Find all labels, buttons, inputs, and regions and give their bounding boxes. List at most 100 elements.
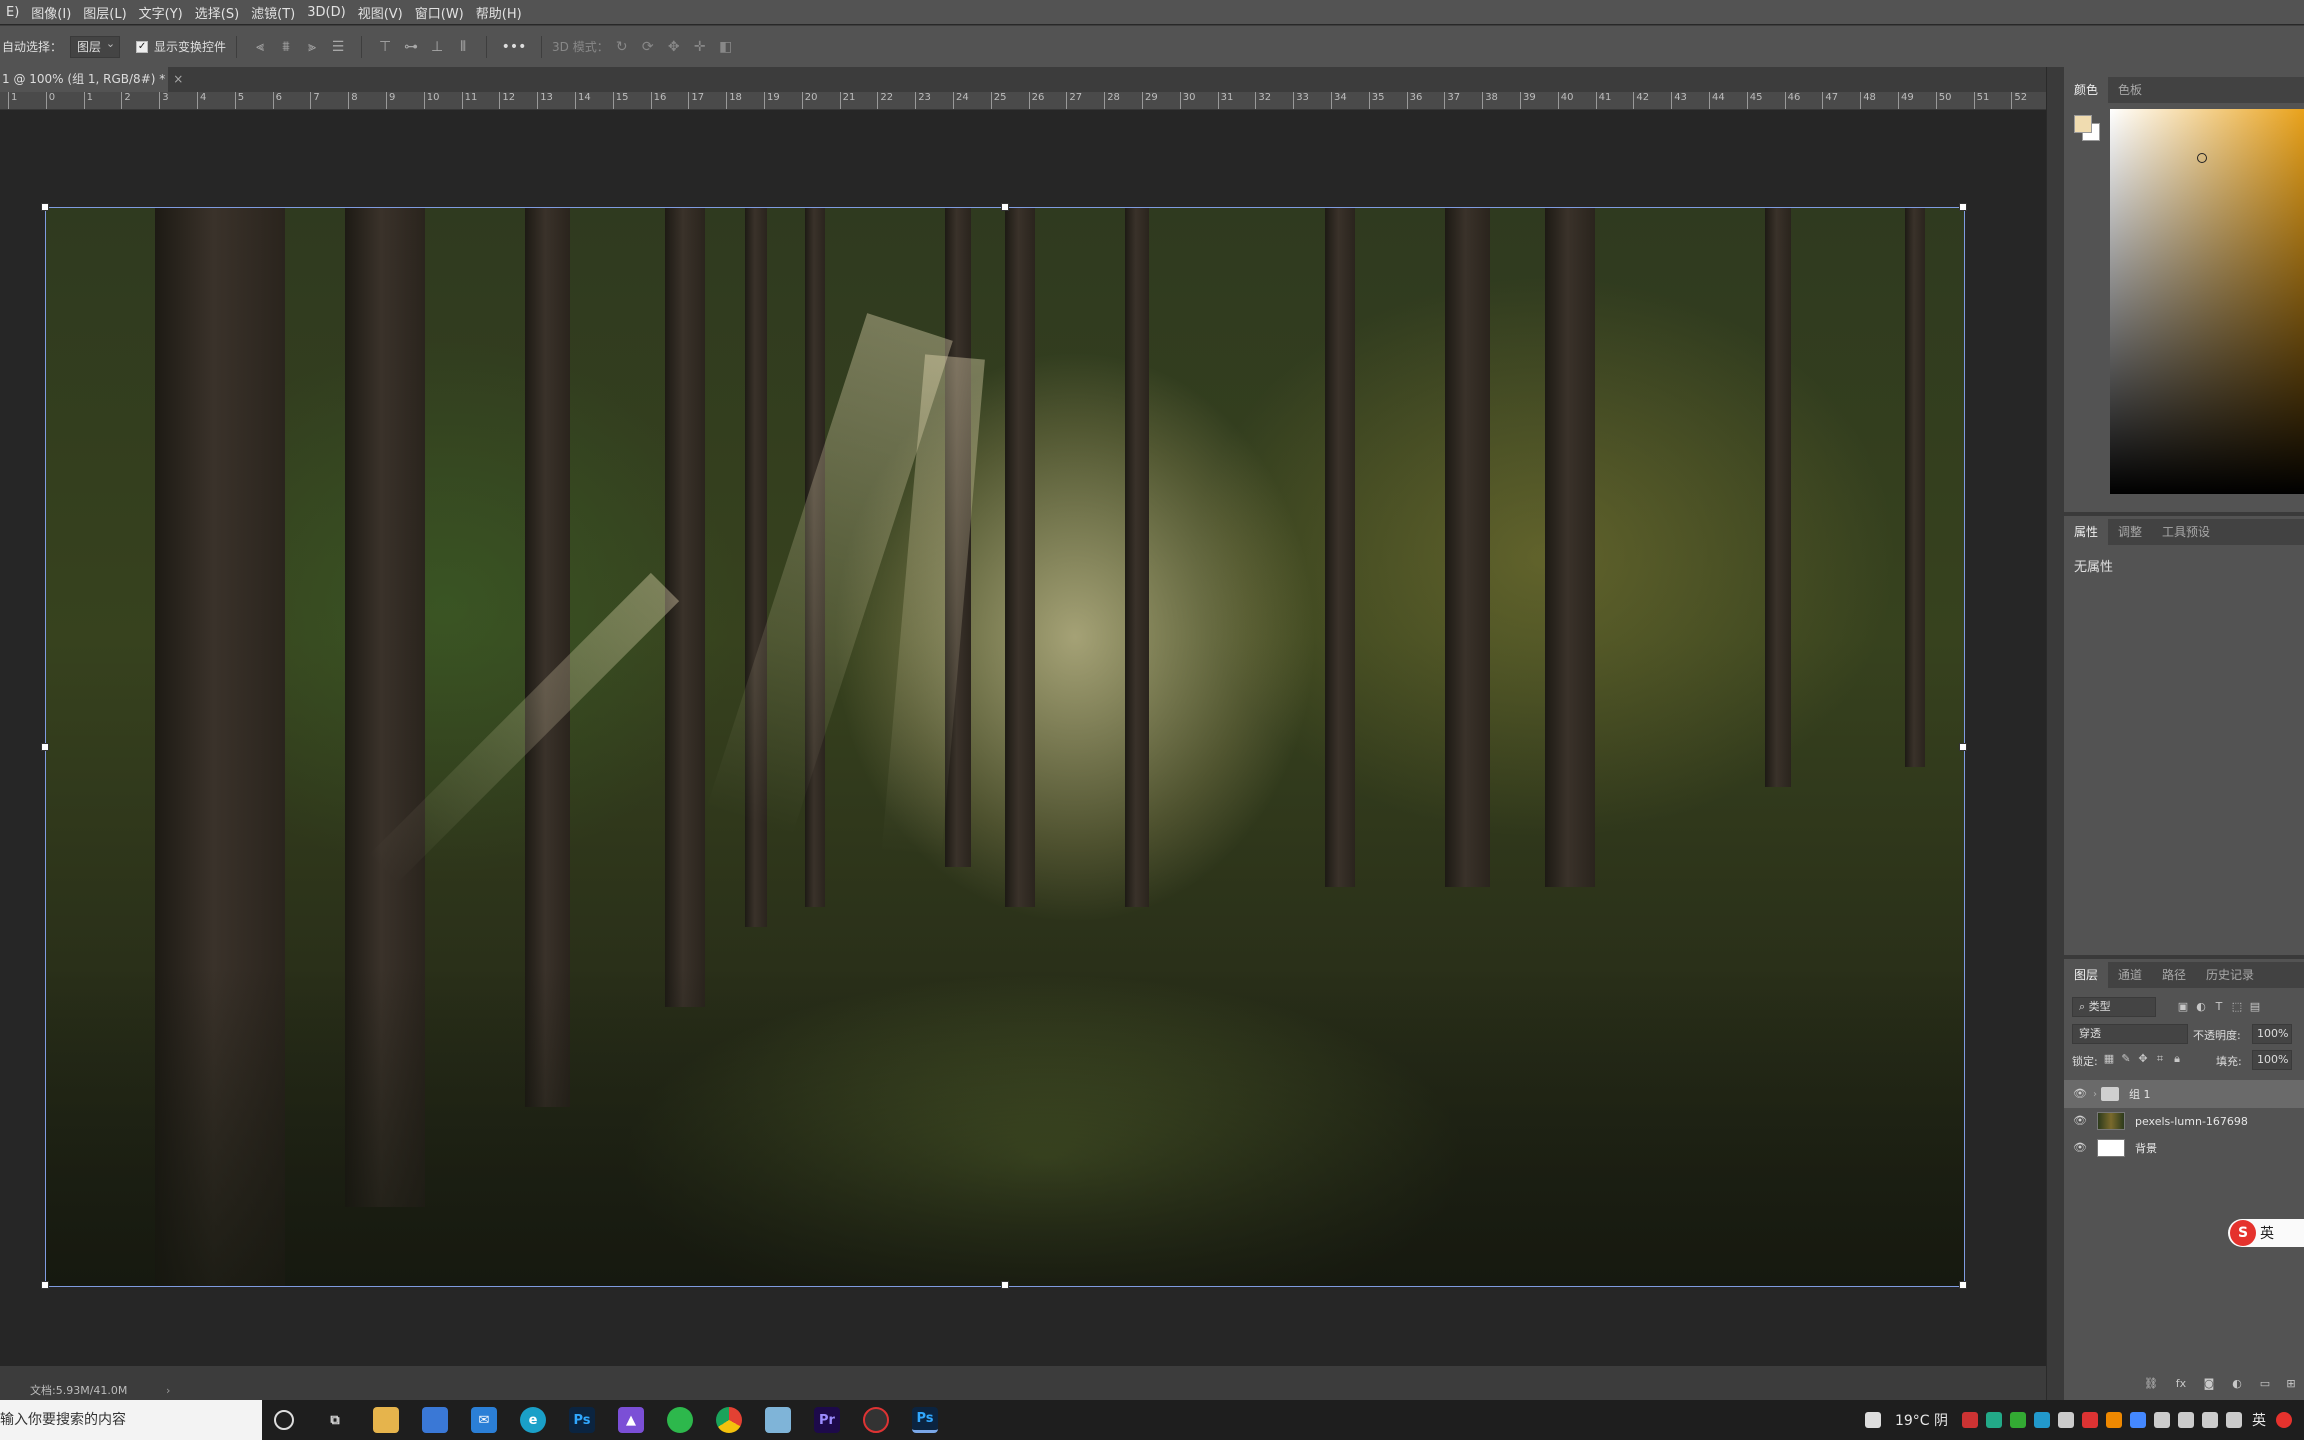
foreground-color-swatch[interactable]	[2074, 115, 2092, 133]
3d-pan-icon[interactable]: ✥	[664, 37, 684, 57]
tray-app-icon[interactable]	[2034, 1412, 2050, 1428]
transform-handle[interactable]	[41, 1281, 49, 1289]
3d-camera-icon[interactable]: ◧	[716, 37, 736, 57]
filter-shape-icon[interactable]: ⬚	[2230, 1000, 2244, 1014]
lock-image-icon[interactable]: ✎	[2119, 1052, 2133, 1066]
tab-paths[interactable]: 路径	[2152, 962, 2196, 988]
menu-3d[interactable]: 3D(D)	[301, 5, 351, 20]
store-icon[interactable]	[422, 1407, 448, 1433]
3d-orbit-icon[interactable]: ↻	[612, 37, 632, 57]
blend-mode-dropdown[interactable]: 穿透	[2072, 1024, 2188, 1044]
taskbar-search-input[interactable]: 输入你要搜索的内容	[0, 1400, 262, 1440]
mail-icon[interactable]: ✉	[471, 1407, 497, 1433]
tab-swatches[interactable]: 色板	[2108, 77, 2152, 103]
transform-handle[interactable]	[1001, 203, 1009, 211]
distribute-vertical-icon[interactable]: ⫴	[453, 37, 473, 57]
layer-row-group[interactable]: 👁︎ › 组 1	[2064, 1080, 2304, 1108]
chrome-icon[interactable]	[716, 1407, 742, 1433]
tray-usb-icon[interactable]	[2154, 1412, 2170, 1428]
transform-handle[interactable]	[1959, 203, 1967, 211]
tab-history[interactable]: 历史记录	[2196, 962, 2264, 988]
3d-roll-icon[interactable]: ⟳	[638, 37, 658, 57]
lock-position-icon[interactable]: ✥	[2136, 1052, 2150, 1066]
tray-app-icon[interactable]	[1986, 1412, 2002, 1428]
transform-handle[interactable]	[41, 203, 49, 211]
lock-artboard-icon[interactable]: ⌗	[2153, 1052, 2167, 1066]
horizontal-scrollbar[interactable]	[0, 1366, 2046, 1380]
visibility-eye-icon[interactable]: 👁︎	[2073, 1114, 2087, 1128]
align-left-icon[interactable]: ⫷	[250, 37, 270, 57]
transform-bounding-box[interactable]	[41, 203, 1967, 1289]
layer-filter-dropdown[interactable]: ⌕ 类型	[2072, 997, 2156, 1017]
new-group-icon[interactable]: ▭	[2258, 1377, 2272, 1391]
tab-layers[interactable]: 图层	[2064, 962, 2109, 988]
filter-type-icon[interactable]: T	[2212, 1000, 2226, 1014]
visibility-eye-icon[interactable]: 👁︎	[2073, 1087, 2087, 1101]
tab-tool-presets[interactable]: 工具预设	[2152, 519, 2220, 545]
link-layers-icon[interactable]: ⛓︎	[2144, 1377, 2158, 1391]
tray-mic-icon[interactable]	[2058, 1412, 2074, 1428]
menu-image[interactable]: 图像(I)	[25, 3, 77, 22]
menu-help[interactable]: 帮助(H)	[470, 3, 528, 22]
align-top-icon[interactable]: ⊤	[375, 37, 395, 57]
cortana-icon[interactable]	[274, 1410, 294, 1430]
color-field[interactable]	[2110, 109, 2304, 494]
close-tab-icon[interactable]: ×	[173, 72, 183, 86]
add-mask-icon[interactable]: ◙	[2202, 1377, 2216, 1391]
tray-app-icon[interactable]	[1962, 1412, 1978, 1428]
tray-app-icon[interactable]	[2130, 1412, 2146, 1428]
menu-view[interactable]: 视图(V)	[352, 3, 409, 22]
distribute-icon[interactable]: ☰	[328, 37, 348, 57]
wechat-icon[interactable]	[667, 1407, 693, 1433]
photoshop-active-icon[interactable]: Ps	[912, 1407, 938, 1433]
transform-handle[interactable]	[1001, 1281, 1009, 1289]
tray-wechat-icon[interactable]	[2010, 1412, 2026, 1428]
horizontal-ruler[interactable]: 1 0 1 2 3 4 5 6 7 8 9 10 11 12 13 14 15 16 17 18 19 20 21 22 23 2…	[0, 92, 2046, 110]
filter-adjustment-icon[interactable]: ◐	[2194, 1000, 2208, 1014]
align-middle-icon[interactable]: ⊶	[401, 37, 421, 57]
ime-language-label[interactable]: 英	[2260, 1223, 2274, 1243]
document-tab[interactable]: 1 @ 100% (组 1, RGB/8#) * ×	[0, 67, 183, 92]
auto-select-dropdown[interactable]: 图层	[70, 35, 121, 58]
align-bottom-icon[interactable]: ⊥	[427, 37, 447, 57]
align-right-icon[interactable]: ⫸	[302, 37, 322, 57]
tray-volume-icon[interactable]	[2202, 1412, 2218, 1428]
new-adjustment-icon[interactable]: ◐	[2230, 1377, 2244, 1391]
align-center-icon[interactable]: ⩩	[276, 37, 296, 57]
menu-select[interactable]: 选择(S)	[189, 3, 245, 22]
visibility-eye-icon[interactable]: 👁︎	[2073, 1141, 2087, 1155]
tab-channels[interactable]: 通道	[2108, 962, 2152, 988]
tray-network-icon[interactable]	[2178, 1412, 2194, 1428]
tray-app-icon[interactable]	[2082, 1412, 2098, 1428]
filter-pixel-icon[interactable]: ▣	[2176, 1000, 2190, 1014]
transform-handle[interactable]	[1959, 743, 1967, 751]
new-layer-icon[interactable]: ⊞	[2284, 1377, 2298, 1391]
filter-smart-object-icon[interactable]: ▤	[2248, 1000, 2262, 1014]
tray-pen-icon[interactable]	[2226, 1412, 2242, 1428]
transform-handle[interactable]	[41, 743, 49, 751]
menu-window[interactable]: 窗口(W)	[409, 3, 470, 22]
canvas-area[interactable]	[0, 110, 2046, 1380]
app-icon[interactable]: ▲	[618, 1407, 644, 1433]
ime-toolbar[interactable]: S 英	[2228, 1219, 2304, 1247]
tab-adjustments[interactable]: 调整	[2108, 519, 2152, 545]
tab-color[interactable]: 颜色	[2064, 77, 2109, 103]
3d-slide-icon[interactable]: ✛	[690, 37, 710, 57]
edge-icon[interactable]: e	[520, 1407, 546, 1433]
opacity-input[interactable]: 100%	[2252, 1024, 2292, 1044]
more-options-button[interactable]: •••	[500, 37, 528, 57]
photoshop-icon[interactable]: Ps	[569, 1407, 595, 1433]
recorder-icon[interactable]	[863, 1407, 889, 1433]
transform-handle[interactable]	[1959, 1281, 1967, 1289]
tab-properties[interactable]: 属性	[2064, 519, 2109, 545]
expand-chevron-icon[interactable]: ›	[2093, 1089, 2097, 1100]
layer-row-background[interactable]: 👁︎ 背景	[2064, 1134, 2304, 1162]
layer-row-smart-object[interactable]: 👁︎ pexels-lumn-167698	[2064, 1107, 2304, 1135]
menu-type[interactable]: 文字(Y)	[133, 3, 189, 22]
task-view-icon[interactable]: ⧉	[322, 1407, 348, 1433]
premiere-icon[interactable]: Pr	[814, 1407, 840, 1433]
fill-input[interactable]: 100%	[2252, 1050, 2292, 1070]
layer-style-icon[interactable]: fx	[2174, 1377, 2188, 1391]
lock-transparent-icon[interactable]: ▦	[2102, 1052, 2116, 1066]
tray-news-icon[interactable]	[1864, 1412, 1881, 1428]
